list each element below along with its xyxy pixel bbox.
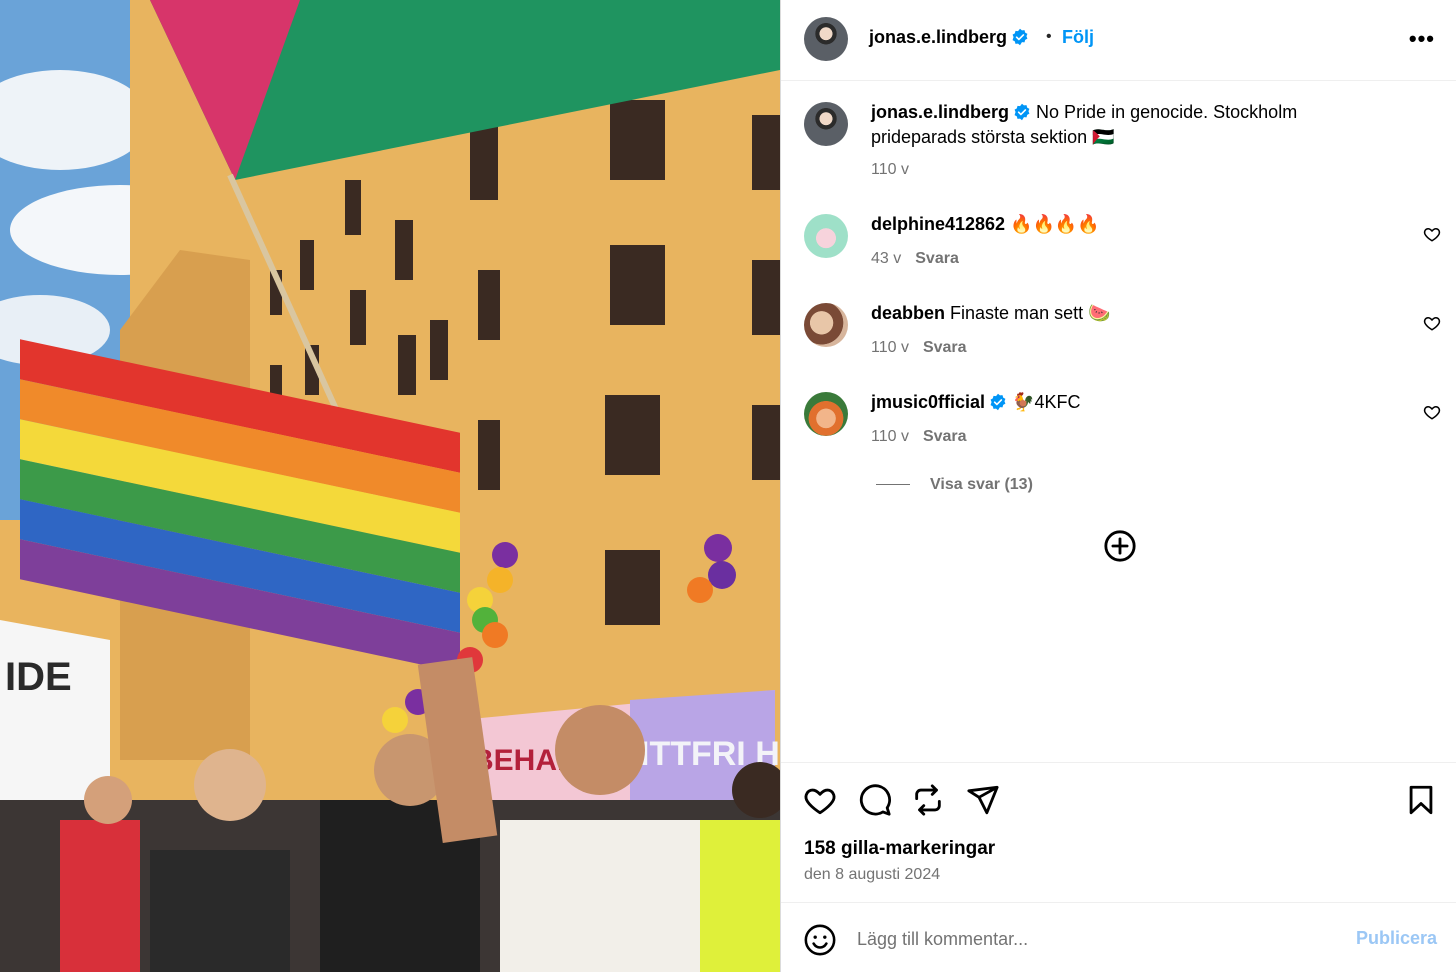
author-username[interactable]: jonas.e.lindberg: [869, 27, 1029, 48]
emoji-smiley-icon[interactable]: [803, 923, 837, 957]
author-username-text[interactable]: jonas.e.lindberg: [869, 27, 1007, 47]
reply-button[interactable]: Svara: [915, 250, 959, 267]
repost-icon[interactable]: [911, 783, 945, 817]
comment-body: Finaste man sett 🍉: [950, 303, 1111, 323]
post-header: jonas.e.lindberg • Följ •••: [781, 0, 1456, 81]
commenter-username[interactable]: jmusic0fficial: [871, 392, 1007, 412]
comment-text: delphine412862 🔥🔥🔥🔥: [871, 212, 1371, 237]
post-photo-illustration: IDE BEHANDLA ITTFRI HIV: [0, 0, 780, 972]
commenter-username[interactable]: delphine412862: [871, 214, 1005, 234]
publish-button[interactable]: Publicera: [1356, 928, 1437, 949]
like-heart-icon[interactable]: [803, 783, 837, 817]
caption-author-username[interactable]: jonas.e.lindberg: [871, 102, 1031, 122]
verified-badge-icon: [990, 393, 1006, 411]
commenter-username[interactable]: deabben: [871, 303, 945, 323]
commenter-avatar[interactable]: [804, 303, 848, 347]
post-date: den 8 augusti 2024: [804, 866, 941, 883]
svg-text:IDE: IDE: [5, 655, 72, 699]
comment-age[interactable]: 43 v: [871, 250, 901, 267]
comment-body: 🐓4KFC: [1012, 392, 1081, 412]
post-photo[interactable]: IDE BEHANDLA ITTFRI HIV: [0, 0, 780, 972]
commenter-avatar[interactable]: [804, 214, 848, 258]
more-options-icon[interactable]: •••: [1409, 26, 1435, 52]
view-replies-label[interactable]: Visa svar (13): [930, 476, 1033, 493]
comment-meta: 110 v Svara: [871, 428, 967, 446]
commenter-avatar[interactable]: [804, 392, 848, 436]
comment-meta: 43 v Svara: [871, 250, 959, 268]
reply-button[interactable]: Svara: [923, 428, 967, 445]
like-count[interactable]: 158 gilla-markeringar: [804, 838, 995, 860]
reply-button[interactable]: Svara: [923, 339, 967, 356]
caption-author-username-text[interactable]: jonas.e.lindberg: [871, 102, 1009, 122]
save-bookmark-icon[interactable]: [1404, 783, 1438, 817]
caption-age[interactable]: 110 v: [871, 161, 909, 179]
comment-meta: 110 v Svara: [871, 339, 967, 357]
like-comment-heart-icon[interactable]: [1423, 225, 1441, 243]
comment-age[interactable]: 110 v: [871, 339, 909, 356]
share-send-icon[interactable]: [966, 783, 1000, 817]
comment-age[interactable]: 110 v: [871, 428, 909, 445]
view-replies-line: [876, 484, 910, 486]
comment-text: jmusic0fficial 🐓4KFC: [871, 390, 1371, 415]
author-avatar[interactable]: [804, 17, 848, 61]
view-replies-button[interactable]: Visa svar (13): [876, 476, 1033, 494]
caption-author-avatar[interactable]: [804, 102, 848, 146]
add-comment-input[interactable]: [857, 921, 1327, 957]
comment-composer: Publicera: [781, 902, 1456, 972]
load-more-comments-plus-icon[interactable]: [1103, 529, 1137, 563]
comment-body: 🔥🔥🔥🔥: [1010, 214, 1100, 234]
verified-badge-icon: [1014, 103, 1030, 121]
caption-text: jonas.e.lindberg No Pride in genocide. S…: [871, 100, 1371, 150]
comment-bubble-icon[interactable]: [858, 783, 892, 817]
like-comment-heart-icon[interactable]: [1423, 403, 1441, 421]
separator-dot: •: [1046, 28, 1052, 45]
post-actions: 158 gilla-markeringar den 8 augusti 2024: [781, 762, 1456, 902]
commenter-username-text[interactable]: jmusic0fficial: [871, 392, 985, 412]
post-detail-panel: jonas.e.lindberg • Följ ••• jonas.e.lind…: [780, 0, 1456, 972]
like-comment-heart-icon[interactable]: [1423, 314, 1441, 332]
verified-badge-icon: [1012, 28, 1028, 46]
follow-button[interactable]: Följ: [1062, 27, 1094, 48]
comment-text: deabben Finaste man sett 🍉: [871, 301, 1371, 326]
